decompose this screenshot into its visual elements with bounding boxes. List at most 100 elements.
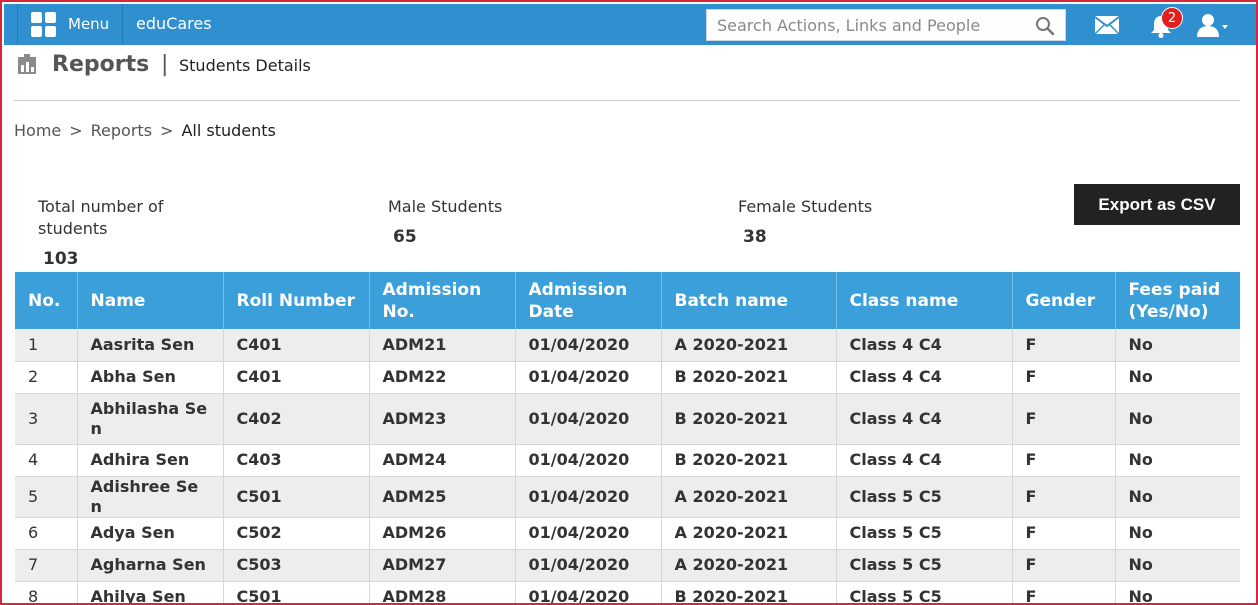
title-separator: | [161,52,169,77]
user-icon[interactable] [1196,12,1230,38]
cell-no: 2 [15,361,78,394]
cell-class-name: Class 5 C5 [836,476,1013,518]
cell-admission-no: ADM21 [369,329,516,362]
table-row[interactable]: 5 Adishree Sen C501 ADM25 01/04/2020 A 2… [15,476,1240,518]
cell-admission-date: 01/04/2020 [515,393,662,445]
menu-button[interactable]: Menu [17,4,123,45]
cell-fees-paid: No [1115,361,1240,394]
cell-admission-no: ADM25 [369,476,516,518]
column-header-roll-number[interactable]: Roll Number [223,272,370,329]
table-row[interactable]: 3 Abhilasha Sen C402 ADM23 01/04/2020 B … [15,393,1240,445]
cell-batch-name: A 2020-2021 [661,517,837,550]
cell-roll-number: C403 [223,444,370,477]
menu-label: Menu [68,15,110,33]
total-students-value: 103 [43,249,79,269]
column-header-admission-no[interactable]: Admission No. [369,272,516,329]
export-csv-button[interactable]: Export as CSV [1074,184,1240,225]
cell-name: Ahilya Sen [77,581,224,603]
cell-name: Adya Sen [77,517,224,550]
cell-fees-paid: No [1115,393,1240,445]
cell-name: Adishree Sen [77,476,224,518]
column-header-gender[interactable]: Gender [1012,272,1116,329]
table-row[interactable]: 2 Abha Sen C401 ADM22 01/04/2020 B 2020-… [15,361,1240,394]
cell-class-name: Class 4 C4 [836,329,1013,362]
cell-no: 7 [15,549,78,582]
cell-roll-number: C401 [223,329,370,362]
search-input[interactable] [707,10,1027,40]
breadcrumb-separator: > [160,121,174,140]
column-header-no[interactable]: No. [15,272,78,329]
brand-name[interactable]: eduCares [136,14,212,33]
breadcrumb-current: All students [181,121,276,140]
table-row[interactable]: 8 Ahilya Sen C501 ADM28 01/04/2020 B 202… [15,581,1240,603]
cell-gender: F [1012,329,1116,362]
cell-admission-no: ADM26 [369,517,516,550]
table-row[interactable]: 6 Adya Sen C502 ADM26 01/04/2020 A 2020-… [15,517,1240,550]
cell-no: 3 [15,393,78,445]
cell-name: Abha Sen [77,361,224,394]
column-header-fees-paid[interactable]: Fees paid (Yes/No) [1115,272,1240,329]
breadcrumb: Home > Reports > All students [14,121,276,140]
cell-gender: F [1012,517,1116,550]
cell-batch-name: B 2020-2021 [661,444,837,477]
cell-admission-date: 01/04/2020 [515,581,662,603]
top-navbar: Menu eduCares 2 [4,4,1256,45]
cell-admission-date: 01/04/2020 [515,444,662,477]
table-header-row: No. Name Roll Number Admission No. Admis… [15,272,1240,329]
table-row[interactable]: 7 Agharna Sen C503 ADM27 01/04/2020 A 20… [15,549,1240,582]
male-students-value: 65 [393,227,417,247]
cell-batch-name: B 2020-2021 [661,393,837,445]
cell-gender: F [1012,476,1116,518]
cell-class-name: Class 4 C4 [836,393,1013,445]
breadcrumb-reports[interactable]: Reports [91,121,152,140]
grid-menu-icon [31,12,57,38]
cell-class-name: Class 4 C4 [836,361,1013,394]
cell-batch-name: B 2020-2021 [661,581,837,603]
students-table: No. Name Roll Number Admission No. Admis… [15,272,1240,603]
table-row[interactable]: 4 Adhira Sen C403 ADM24 01/04/2020 B 202… [15,444,1240,477]
cell-gender: F [1012,581,1116,603]
column-header-batch-name[interactable]: Batch name [661,272,837,329]
cell-admission-no: ADM23 [369,393,516,445]
table-row[interactable]: 1 Aasrita Sen C401 ADM21 01/04/2020 A 20… [15,329,1240,362]
cell-name: Adhira Sen [77,444,224,477]
search-box [706,9,1066,41]
cell-batch-name: B 2020-2021 [661,361,837,394]
cell-gender: F [1012,361,1116,394]
cell-batch-name: A 2020-2021 [661,549,837,582]
cell-roll-number: C402 [223,393,370,445]
cell-gender: F [1012,393,1116,445]
cell-fees-paid: No [1115,517,1240,550]
breadcrumb-home[interactable]: Home [14,121,61,140]
cell-admission-no: ADM28 [369,581,516,603]
column-header-class-name[interactable]: Class name [836,272,1013,329]
column-header-name[interactable]: Name [77,272,224,329]
divider [14,100,1240,101]
column-header-admission-date[interactable]: Admission Date [515,272,662,329]
app-frame: Menu eduCares 2 [0,0,1258,605]
cell-fees-paid: No [1115,476,1240,518]
notification-badge: 2 [1161,7,1183,29]
total-students-label: Total number of students [38,197,164,238]
cell-gender: F [1012,549,1116,582]
cell-no: 4 [15,444,78,477]
cell-class-name: Class 5 C5 [836,517,1013,550]
search-icon[interactable] [1035,16,1055,36]
cell-name: Abhilasha Sen [77,393,224,445]
female-students-value: 38 [743,227,767,247]
cell-no: 6 [15,517,78,550]
cell-admission-date: 01/04/2020 [515,476,662,518]
cell-admission-no: ADM22 [369,361,516,394]
cell-class-name: Class 4 C4 [836,444,1013,477]
cell-fees-paid: No [1115,549,1240,582]
cell-gender: F [1012,444,1116,477]
cell-fees-paid: No [1115,581,1240,603]
cell-name: Agharna Sen [77,549,224,582]
cell-batch-name: A 2020-2021 [661,329,837,362]
cell-roll-number: C503 [223,549,370,582]
cell-roll-number: C501 [223,476,370,518]
cell-no: 1 [15,329,78,362]
mail-icon[interactable] [1094,15,1120,35]
cell-batch-name: A 2020-2021 [661,476,837,518]
cell-class-name: Class 5 C5 [836,549,1013,582]
